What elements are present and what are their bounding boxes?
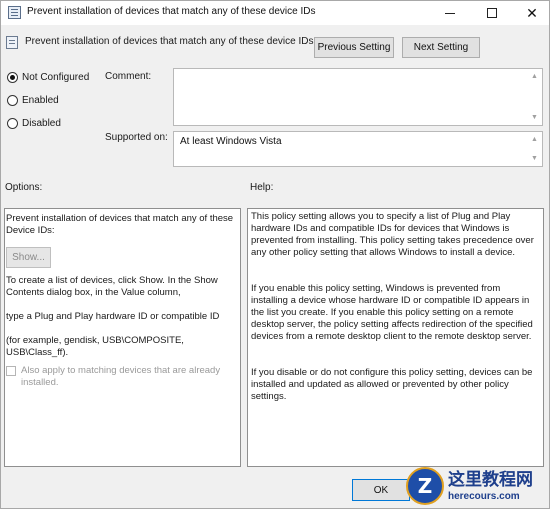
- maximize-icon: [487, 8, 497, 18]
- comment-textarea[interactable]: ▲ ▼: [173, 68, 543, 126]
- site-watermark: Z 这里教程网 herecours.com: [406, 465, 548, 507]
- watermark-text: 这里教程网 herecours.com: [448, 470, 533, 503]
- radio-label: Not Configured: [22, 72, 90, 83]
- comment-label: Comment:: [105, 71, 152, 82]
- radio-label: Disabled: [22, 118, 61, 129]
- help-paragraph: If you disable or do not configure this …: [251, 367, 533, 402]
- also-apply-label: Also apply to matching devices that are …: [21, 365, 221, 388]
- options-instructions: To create a list of devices, click Show.…: [6, 275, 218, 298]
- options-description: Prevent installation of devices that mat…: [6, 213, 234, 236]
- show-button[interactable]: Show...: [6, 247, 51, 268]
- watermark-logo-icon: Z: [406, 467, 444, 505]
- help-label: Help:: [250, 182, 274, 193]
- radio-not-configured[interactable]: Not Configured: [7, 72, 89, 83]
- close-icon: ✕: [526, 5, 538, 21]
- radio-button[interactable]: [7, 95, 18, 106]
- policy-setting-icon: [6, 36, 18, 49]
- next-setting-button[interactable]: Next Setting: [402, 37, 480, 58]
- radio-label: Enabled: [22, 95, 59, 106]
- help-paragraph: This policy setting allows you to specif…: [251, 211, 534, 258]
- watermark-site-name: 这里教程网: [448, 469, 533, 490]
- supported-on-value: At least Windows Vista: [180, 136, 282, 147]
- supported-on-label: Supported on:: [105, 132, 168, 143]
- minimize-button[interactable]: [431, 1, 469, 25]
- policy-name: Prevent installation of devices that mat…: [25, 36, 314, 47]
- ok-button[interactable]: OK: [352, 479, 410, 501]
- options-type-hint: type a Plug and Play hardware ID or comp…: [6, 311, 220, 322]
- radio-disabled[interactable]: Disabled: [7, 118, 61, 129]
- group-policy-dialog: Prevent installation of devices that mat…: [0, 0, 550, 509]
- options-label: Options:: [5, 182, 43, 193]
- minimize-icon: [445, 12, 455, 14]
- help-paragraph: If you enable this policy setting, Windo…: [251, 283, 533, 342]
- scroll-up-icon[interactable]: ▲: [530, 135, 539, 144]
- supported-on-field: At least Windows Vista ▲ ▼: [173, 131, 543, 167]
- previous-setting-button[interactable]: Previous Setting: [314, 37, 394, 58]
- maximize-button[interactable]: [473, 1, 511, 25]
- options-example: (for example, gendisk, USB\COMPOSITE, US…: [6, 335, 184, 358]
- also-apply-checkbox[interactable]: [6, 366, 16, 376]
- title-bar[interactable]: Prevent installation of devices that mat…: [1, 1, 549, 25]
- radio-button-selected[interactable]: [7, 72, 18, 83]
- scroll-down-icon[interactable]: ▼: [530, 154, 539, 163]
- close-button[interactable]: ✕: [513, 1, 550, 25]
- scroll-up-icon[interactable]: ▲: [530, 72, 539, 81]
- watermark-site-url: herecours.com: [448, 490, 520, 502]
- window-title: Prevent installation of devices that mat…: [27, 6, 316, 17]
- radio-enabled[interactable]: Enabled: [7, 95, 59, 106]
- policy-app-icon: [8, 6, 21, 19]
- radio-button[interactable]: [7, 118, 18, 129]
- also-apply-checkbox-row[interactable]: Also apply to matching devices that are …: [6, 365, 236, 389]
- scroll-down-icon[interactable]: ▼: [530, 113, 539, 122]
